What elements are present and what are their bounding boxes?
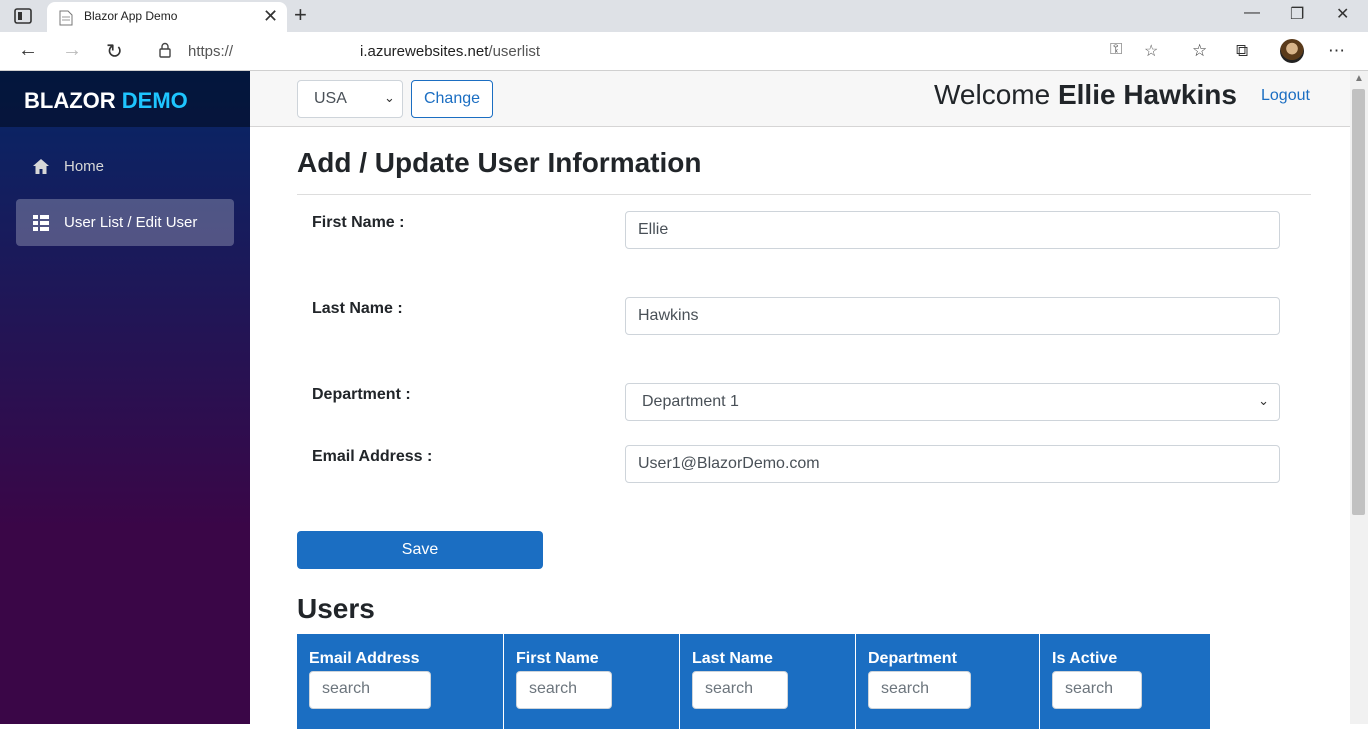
country-select[interactable]: USA ⌄ <box>297 80 403 118</box>
minimize-icon[interactable]: — <box>1244 4 1260 22</box>
sidebar-item-user-list[interactable]: User List / Edit User <box>16 199 234 246</box>
first-name-field[interactable]: Ellie <box>625 211 1280 249</box>
welcome-message: Welcome Ellie Hawkins <box>934 79 1237 111</box>
chevron-down-icon: ⌄ <box>384 90 395 105</box>
browser-tab[interactable]: Blazor App Demo ✕ <box>47 2 287 32</box>
email-value: User1@BlazorDemo.com <box>638 455 820 472</box>
country-value: USA <box>314 90 347 107</box>
column-header[interactable]: Last Name <box>692 650 773 668</box>
column-header[interactable]: Is Active <box>1052 650 1117 668</box>
scroll-thumb[interactable] <box>1352 89 1365 515</box>
user-name: Ellie Hawkins <box>1057 79 1237 110</box>
column-last-name: Last Name search <box>680 634 856 729</box>
change-button[interactable]: Change <box>411 80 493 118</box>
email-label: Email Address : <box>312 448 433 465</box>
home-icon <box>33 159 49 174</box>
brand-bar: BLAZOR DEMO <box>0 71 250 127</box>
save-button[interactable]: Save <box>297 531 543 569</box>
chevron-down-icon: ⌄ <box>1258 393 1269 408</box>
column-header[interactable]: Email Address <box>309 650 420 668</box>
tab-title: Blazor App Demo <box>84 9 178 23</box>
search-input[interactable]: search <box>868 671 971 709</box>
lock-icon <box>159 42 171 58</box>
close-tab-icon[interactable]: ✕ <box>263 6 278 27</box>
column-email: Email Address search <box>297 634 504 729</box>
page-title: Add / Update User Information <box>297 147 702 178</box>
column-department: Department search <box>856 634 1040 729</box>
first-name-label: First Name : <box>312 214 405 231</box>
department-value: Department 1 <box>642 393 739 410</box>
url-path: /userlist <box>488 43 541 60</box>
url-domain: i.azurewebsites.net <box>360 43 489 60</box>
tab-strip: Blazor App Demo ✕ + — ❐ ✕ <box>0 0 1368 32</box>
column-first-name: First Name search <box>504 634 680 729</box>
email-field[interactable]: User1@BlazorDemo.com <box>625 445 1280 483</box>
department-label: Department : <box>312 386 411 403</box>
restore-icon[interactable]: ❐ <box>1290 4 1304 24</box>
new-tab-icon[interactable]: + <box>294 2 307 28</box>
collections-icon[interactable]: ⧉ <box>1236 41 1248 61</box>
back-icon[interactable]: ← <box>18 39 38 62</box>
page-icon <box>59 10 73 26</box>
url-text: i.azurewebsites.net/userlist <box>360 43 540 60</box>
welcome-prefix: Welcome <box>934 79 1051 110</box>
page-scrollbar[interactable]: ▲ <box>1350 71 1368 724</box>
sidebar-item-label: Home <box>64 158 105 175</box>
search-input[interactable]: search <box>516 671 612 709</box>
browser-chrome: Blazor App Demo ✕ + — ❐ ✕ ← → ↻ https://… <box>0 0 1368 71</box>
column-is-active: Is Active search <box>1040 634 1210 729</box>
add-favorite-icon[interactable]: ☆ <box>1144 41 1158 61</box>
search-input[interactable]: search <box>1052 671 1142 709</box>
sidebar: BLAZOR DEMO Home User List / Edit User <box>0 71 250 724</box>
sidebar-item-label: User List / Edit User <box>64 214 198 231</box>
browser-toolbar: ← → ↻ https:// i.azurewebsites.net/userl… <box>0 32 1368 71</box>
list-icon <box>33 215 49 231</box>
users-table-header: Email Address search First Name search L… <box>297 634 1210 729</box>
url-prefix: https:// <box>188 43 234 60</box>
window-close-icon[interactable]: ✕ <box>1336 4 1349 24</box>
divider <box>297 194 1311 195</box>
address-bar[interactable]: https:// i.azurewebsites.net/userlist ⚿ … <box>144 36 1174 66</box>
users-title: Users <box>297 593 375 624</box>
brand-accent: DEMO <box>121 88 188 113</box>
first-name-value: Ellie <box>638 221 669 238</box>
profile-avatar[interactable] <box>1280 39 1304 63</box>
favorites-icon[interactable]: ☆ <box>1192 41 1207 61</box>
search-input[interactable]: search <box>309 671 431 709</box>
column-header[interactable]: Department <box>868 650 957 668</box>
column-header[interactable]: First Name <box>516 650 599 668</box>
forward-icon[interactable]: → <box>62 39 82 62</box>
more-menu-icon[interactable]: ⋯ <box>1328 41 1345 61</box>
main-content: Add / Update User Information First Name… <box>250 127 1350 729</box>
password-key-icon[interactable]: ⚿ <box>1110 41 1122 59</box>
department-select[interactable]: Department 1 ⌄ <box>625 383 1280 421</box>
sidebar-item-home[interactable]: Home <box>16 143 234 190</box>
scroll-up-icon[interactable]: ▲ <box>1354 73 1364 84</box>
reload-icon[interactable]: ↻ <box>106 39 123 64</box>
brand-logo[interactable]: BLAZOR DEMO <box>24 88 188 114</box>
top-bar: USA ⌄ Change Welcome Ellie Hawkins Logou… <box>250 71 1350 127</box>
logout-link[interactable]: Logout <box>1261 87 1310 105</box>
search-input[interactable]: search <box>692 671 788 709</box>
tab-actions-icon[interactable] <box>14 8 32 24</box>
last-name-field[interactable]: Hawkins <box>625 297 1280 335</box>
last-name-label: Last Name : <box>312 300 403 317</box>
brand-main: BLAZOR <box>24 88 116 113</box>
last-name-value: Hawkins <box>638 307 699 324</box>
